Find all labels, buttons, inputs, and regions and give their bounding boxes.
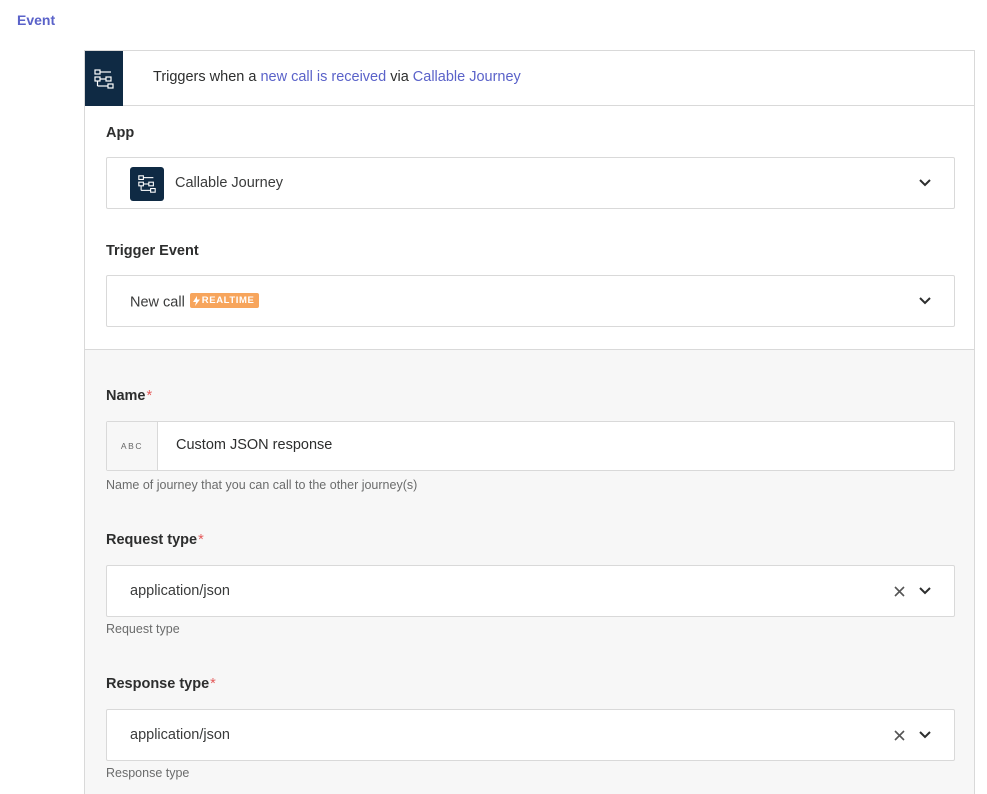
flow-diagram-icon [85,51,123,106]
request-type-label: Request type* [106,532,204,548]
summary-prefix: Triggers when a [153,69,261,85]
chevron-down-icon[interactable] [918,296,932,306]
trigger-event-select[interactable]: New call REALTIME [106,275,955,327]
name-label: Name* [106,388,152,404]
name-label-text: Name [106,388,146,404]
name-value[interactable]: Custom JSON response [176,437,332,453]
request-type-select[interactable]: application/json [106,565,955,617]
required-mark: * [198,532,204,548]
text-type-indicator: ABC [107,422,158,470]
event-link[interactable]: new call is received [260,69,386,85]
request-type-help-text: Request type [106,622,180,636]
response-type-select[interactable]: application/json [106,709,955,761]
name-help-text: Name of journey that you can call to the… [106,478,418,492]
app-select[interactable]: Callable Journey [106,157,955,209]
realtime-badge: REALTIME [189,293,260,308]
required-mark: * [210,676,216,692]
chevron-down-icon[interactable] [918,178,932,188]
chevron-down-icon[interactable] [918,730,932,740]
response-type-value: application/json [130,727,230,743]
app-value: Callable Journey [175,175,284,191]
trigger-card: Triggers when a new call is received via… [84,50,975,794]
response-type-label: Response type* [106,676,216,692]
app-link[interactable]: Callable Journey [413,69,521,85]
app-icon [130,167,164,201]
trigger-event-text: New call [130,294,185,311]
lightning-icon [192,295,200,306]
trigger-event-value: New call REALTIME [130,293,260,311]
trigger-summary: Triggers when a new call is received via… [153,69,521,85]
request-type-label-text: Request type [106,532,198,548]
clear-icon[interactable] [893,585,906,598]
response-type-label-text: Response type [106,676,210,692]
response-type-help-text: Response type [106,766,190,780]
card-header[interactable]: Triggers when a new call is received via… [85,51,974,106]
name-input[interactable]: ABC Custom JSON response [106,421,955,471]
clear-icon[interactable] [893,729,906,742]
request-type-value: application/json [130,583,230,599]
app-label: App [106,125,135,141]
realtime-badge-label: REALTIME [201,295,255,306]
summary-middle: via [386,69,413,85]
configuration-section: Name* ABC Custom JSON response Name of j… [85,349,974,794]
chevron-down-icon[interactable] [918,586,932,596]
trigger-event-label: Trigger Event [106,243,199,259]
required-mark: * [146,388,153,404]
section-title: Event [17,12,56,28]
